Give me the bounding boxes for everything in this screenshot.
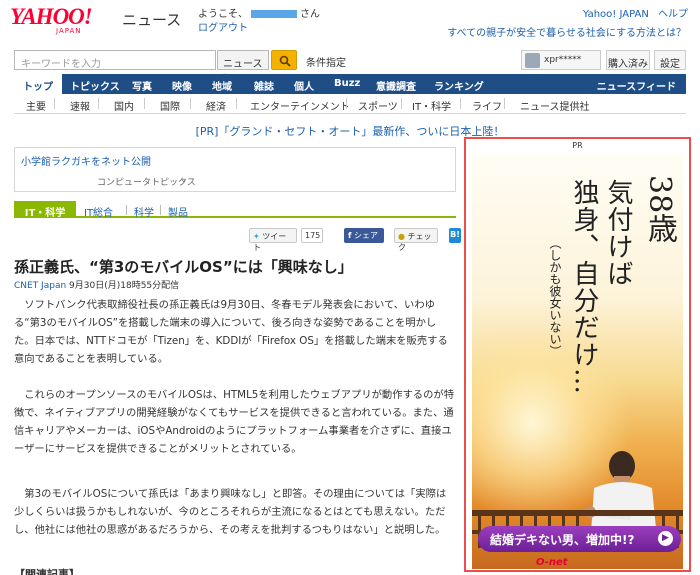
facebook-share-button[interactable]: f シェア xyxy=(344,228,384,243)
ad-headline-line4: （しかも彼女いない） xyxy=(548,237,562,357)
check-icon: ● xyxy=(398,232,405,241)
nav-photos[interactable]: 写真 xyxy=(132,78,152,93)
subnav-divider xyxy=(236,98,237,109)
nav-buzz[interactable]: Buzz xyxy=(334,78,360,89)
tweet-button[interactable]: ✦ ツイート xyxy=(249,228,297,252)
logo-text: YAHOO! xyxy=(10,4,93,29)
nav-individuals[interactable]: 個人 xyxy=(294,78,314,93)
ad-brand-logo: O-net xyxy=(536,557,568,568)
nav-ranking[interactable]: ランキング xyxy=(434,78,484,93)
subnav-main[interactable]: 主要 xyxy=(26,98,46,113)
subnav-divider xyxy=(98,98,99,109)
search-bar: キーワードを入力 ニュース ▾ 条件指定 xpr***** 購入済み 設定 xyxy=(14,50,686,80)
welcome-message: ようこそ、 さん xyxy=(198,5,320,20)
article-source-link[interactable]: CNET Japan xyxy=(14,281,66,291)
ad-pr-label: PR xyxy=(572,141,583,150)
help-link[interactable]: ヘルプ xyxy=(658,9,688,20)
hatena-bookmark-button[interactable]: B! xyxy=(449,228,461,243)
ad-headline-age: 38歳 xyxy=(642,175,677,244)
welcome-suffix: さん xyxy=(300,9,320,20)
nav-magazines[interactable]: 雑誌 xyxy=(254,78,274,93)
search-scope-value: ニュース xyxy=(223,59,263,70)
subnav-it-science[interactable]: IT・科学 xyxy=(412,98,451,113)
subnav-entertainment[interactable]: エンターテインメント xyxy=(250,98,350,113)
category-link-products[interactable]: 製品 xyxy=(168,204,188,219)
article-paragraph: ソフトバンク代表取締役社長の孫正義氏は9月30日、冬春モデル発表会において、いわ… xyxy=(14,299,448,365)
promo-link[interactable]: すべての親子が安全で暮らせる社会にする方法とは？ xyxy=(447,24,686,39)
nav-topics[interactable]: トピックス xyxy=(70,78,120,93)
category-link-it-general[interactable]: IT総合 xyxy=(84,204,113,219)
nav-top[interactable]: トップ xyxy=(14,74,62,94)
nav-regional[interactable]: 地域 xyxy=(212,78,232,93)
site-header: YAHOO! JAPAN ニュース ようこそ、 さん ログアウト Yahoo! J… xyxy=(0,0,700,42)
category-divider xyxy=(126,205,127,215)
subnav-sports[interactable]: スポーツ xyxy=(358,98,398,113)
search-icon xyxy=(279,55,291,67)
subnav-economy[interactable]: 経済 xyxy=(206,98,226,113)
twitter-bird-icon: ✦ xyxy=(253,232,260,241)
subnav-divider xyxy=(346,98,347,109)
advertisement[interactable]: PR 38歳 気付けば 独身、自分だけ… （しかも彼女いない） 結婚デキない男、… xyxy=(464,137,691,572)
yahoo-japan-link[interactable]: Yahoo! JAPAN xyxy=(583,9,649,20)
subnav-providers[interactable]: ニュース提供社 xyxy=(520,98,590,113)
category-bar: IT・科学 IT総合 科学 製品 xyxy=(14,201,456,219)
tweet-count: 175 xyxy=(301,228,323,243)
yahoo-japan-logo[interactable]: YAHOO! JAPAN xyxy=(10,4,118,36)
search-scope-select[interactable]: ニュース ▾ xyxy=(217,50,269,80)
subnav-divider xyxy=(144,98,145,109)
nav-newsfeed[interactable]: ニュースフィード xyxy=(597,78,676,93)
ad-headline-line2: 気付けば xyxy=(603,179,633,287)
account-menu[interactable]: xpr***** xyxy=(521,50,601,70)
mixi-check-button[interactable]: ● チェック xyxy=(394,228,438,252)
article-date: 9月30日(月)18時55分配信 xyxy=(69,281,180,291)
search-button[interactable] xyxy=(271,50,297,70)
chevron-down-icon[interactable]: ⌄ xyxy=(180,175,188,185)
subnav-divider xyxy=(460,98,461,109)
subnav-life[interactable]: ライフ xyxy=(472,98,502,113)
related-topic-link[interactable]: 小学館ラクガキをネット公開 xyxy=(21,153,151,168)
ad-image[interactable]: 38歳 気付けば 独身、自分だけ… （しかも彼女いない） xyxy=(472,153,683,569)
play-arrow-icon: ▶ xyxy=(658,531,673,546)
logout-link[interactable]: ログアウト xyxy=(198,19,248,34)
nav-videos[interactable]: 映像 xyxy=(172,78,192,93)
subnav-international[interactable]: 国際 xyxy=(160,98,180,113)
search-conditions-link[interactable]: 条件指定 xyxy=(306,54,346,69)
logo-sub: JAPAN xyxy=(56,27,82,35)
subnav-divider xyxy=(190,98,191,109)
subscribed-button[interactable]: 購入済み xyxy=(606,50,650,70)
category-tag[interactable]: IT・科学 xyxy=(14,201,76,219)
nav-survey[interactable]: 意識調査 xyxy=(376,78,416,93)
top-links: Yahoo! JAPAN ヘルプ xyxy=(577,5,688,20)
settings-button[interactable]: 設定 xyxy=(654,50,686,70)
category-divider xyxy=(160,205,161,215)
article-byline: CNET Japan 9月30日(月)18時55分配信 xyxy=(14,278,179,291)
subnav-domestic[interactable]: 国内 xyxy=(114,98,134,113)
subnav-breaking[interactable]: 速報 xyxy=(70,98,90,113)
avatar xyxy=(525,53,540,68)
subnav-divider xyxy=(504,98,505,109)
article-headline: 孫正義氏、“第3のモバイルOS”には「興味なし」 xyxy=(14,258,353,276)
category-link-science[interactable]: 科学 xyxy=(134,204,154,219)
account-name: xpr***** xyxy=(544,55,582,65)
related-articles-heading: 【関連記事】 xyxy=(14,568,80,575)
section-title[interactable]: ニュース xyxy=(122,9,181,30)
main-nav: トップ トピックス 写真 映像 地域 雑誌 個人 Buzz 意識調査 ランキング… xyxy=(14,74,686,94)
ad-headline-line3: 独身、自分だけ… xyxy=(569,179,599,395)
subnav-divider xyxy=(54,98,55,109)
related-topics-box: 小学館ラクガキをネット公開 コンピュータトピックス ⌄ xyxy=(14,147,456,192)
search-input[interactable]: キーワードを入力 xyxy=(14,50,216,70)
sub-nav: 主要 速報 国内 国際 経済 エンターテインメント スポーツ IT・科学 ライフ… xyxy=(14,94,686,114)
ad-cta-button[interactable]: 結婚デキない男、増加中!? ▶ xyxy=(478,526,681,552)
ad-cta-label: 結婚デキない男、増加中!? xyxy=(490,533,635,547)
subnav-divider xyxy=(401,98,402,109)
article-paragraph: 第3のモバイルOSについて孫氏は「あまり興味なし」と即答。その理由については「実… xyxy=(14,488,447,536)
facebook-icon: f xyxy=(348,231,352,240)
share-label: シェア xyxy=(354,231,379,240)
article-paragraph: これらのオープンソースのモバイルOSは、HTML5を利用したウェブアプリが動作す… xyxy=(14,389,454,455)
username-redacted xyxy=(251,10,297,18)
